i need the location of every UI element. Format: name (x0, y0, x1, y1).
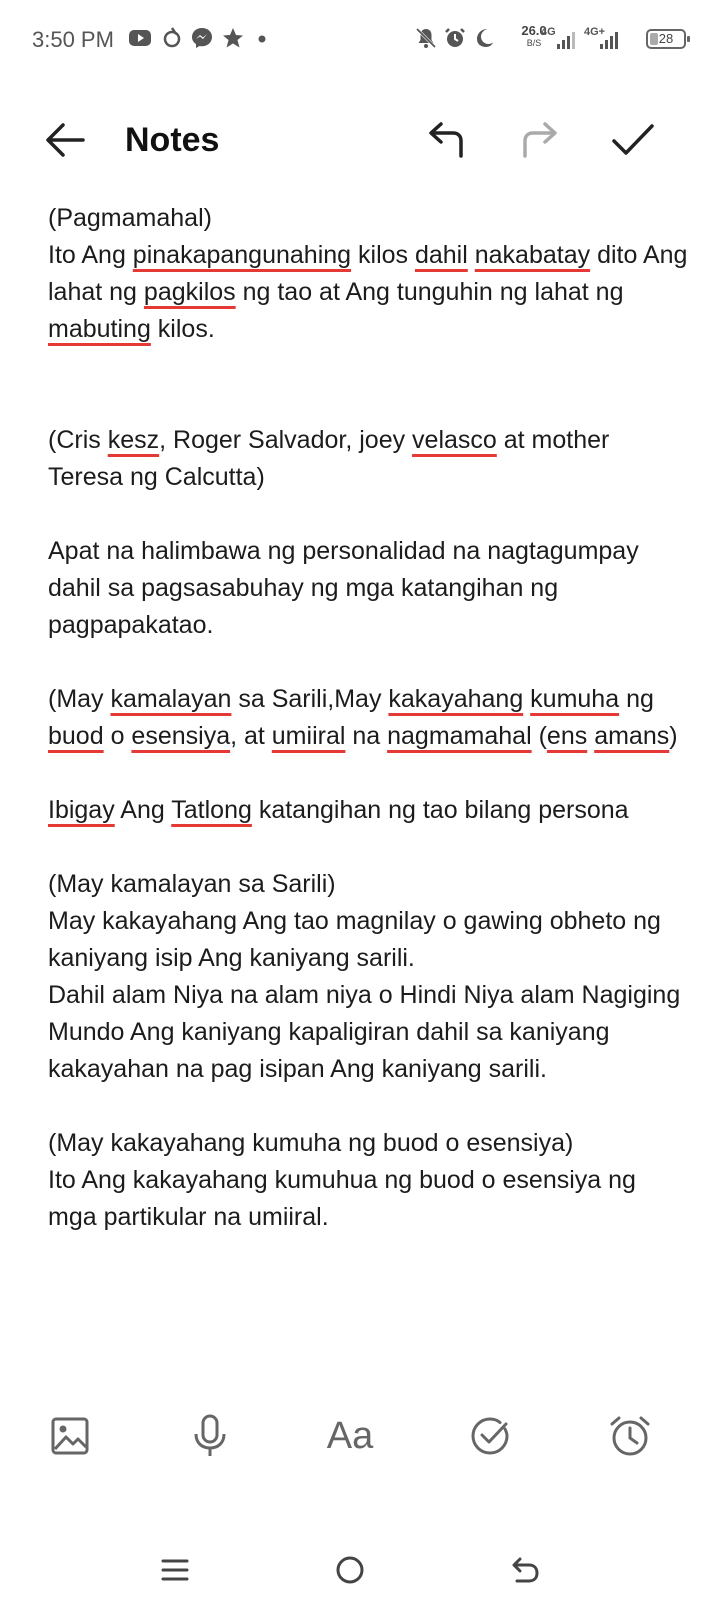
page-title: Notes (125, 121, 220, 159)
undo-icon[interactable] (422, 115, 472, 165)
misspelled-word: umiiral (271, 722, 346, 750)
text-format-icon[interactable]: Aa (322, 1408, 378, 1464)
microphone-icon[interactable] (182, 1408, 238, 1464)
image-icon[interactable] (42, 1408, 98, 1464)
system-nav-bar (0, 1540, 720, 1612)
format-toolbar: Aa (0, 1400, 720, 1470)
back-arrow-icon[interactable] (40, 115, 90, 165)
checklist-icon[interactable] (462, 1408, 518, 1464)
note-heading: (May kakayahang kumuha ng buod o esensiy… (48, 1129, 574, 1157)
misspelled-word: buod (48, 722, 104, 750)
note-paragraph: (Cris kesz, Roger Salvador, joey velasco… (48, 426, 610, 491)
note-paragraph: May kakayahang Ang tao magnilay o gawing… (48, 907, 661, 972)
misspelled-word: esensiya (131, 722, 231, 750)
misspelled-word: kesz (107, 426, 160, 454)
star-icon (221, 26, 245, 50)
misspelled-word: Ibigay (48, 796, 115, 824)
redo-icon[interactable] (514, 115, 564, 165)
note-paragraph: Ito Ang pinakapangunahing kilos dahil na… (48, 241, 688, 343)
note-heading: (May kamalayan sa Sarili) (48, 870, 336, 898)
status-time: 3:50 PM (32, 27, 114, 52)
net-speed-unit: B/S (526, 38, 542, 48)
messenger-icon (190, 26, 214, 50)
youtube-icon (128, 26, 152, 50)
home-icon[interactable] (320, 1540, 380, 1600)
notes-toolbar: Notes (0, 95, 720, 185)
misspelled-word: nakabatay (474, 241, 591, 269)
signal-icon (598, 30, 620, 50)
misspelled-word: nagmamahal (387, 722, 532, 750)
note-line: (Pagmamahal) (48, 204, 212, 232)
misspelled-word: Tatlong (171, 796, 252, 824)
net-label-4g: 4G (541, 26, 556, 38)
misspelled-word: amans (594, 722, 670, 750)
menu-icon[interactable] (145, 1540, 205, 1600)
note-paragraph: Apat na halimbawa ng personalidad na nag… (48, 537, 639, 639)
app-icon (160, 26, 184, 50)
misspelled-word: pinakapangunahing (132, 241, 352, 269)
misspelled-word: kamalayan (110, 685, 232, 713)
note-paragraph: Dahil alam Niya na alam niya o Hindi Niy… (48, 981, 681, 1083)
alarm-reminder-icon[interactable] (602, 1408, 658, 1464)
alarm-icon (443, 26, 467, 50)
misspelled-word: dahil (414, 241, 468, 269)
dot-icon (257, 34, 267, 44)
misspelled-word: velasco (412, 426, 497, 454)
note-body[interactable]: (Pagmamahal) Ito Ang pinakapangunahing k… (48, 200, 688, 1236)
battery-icon: 28 (646, 29, 690, 49)
text-format-label: Aa (326, 1414, 374, 1457)
note-paragraph: Ibigay Ang Tatlong katangihan ng tao bil… (48, 796, 629, 824)
battery-level: 28 (658, 31, 674, 46)
signal-icon (555, 30, 577, 50)
misspelled-word: pagkilos (143, 278, 236, 306)
moon-icon (472, 26, 496, 50)
misspelled-word: mabuting (48, 315, 151, 343)
note-paragraph: Ito Ang kakayahang kumuhua ng buod o ese… (48, 1166, 636, 1231)
misspelled-word: kumuha (530, 685, 620, 713)
misspelled-word: ens (546, 722, 588, 750)
status-bar: 3:50 PM 26.0 B/S 4G 4G+ 28 (0, 0, 720, 80)
mute-icon (414, 26, 438, 50)
note-paragraph: (May kamalayan sa Sarili,May kakayahang … (48, 685, 678, 750)
check-icon[interactable] (608, 115, 658, 165)
misspelled-word: kakayahang (388, 685, 524, 713)
back-icon[interactable] (495, 1540, 555, 1600)
